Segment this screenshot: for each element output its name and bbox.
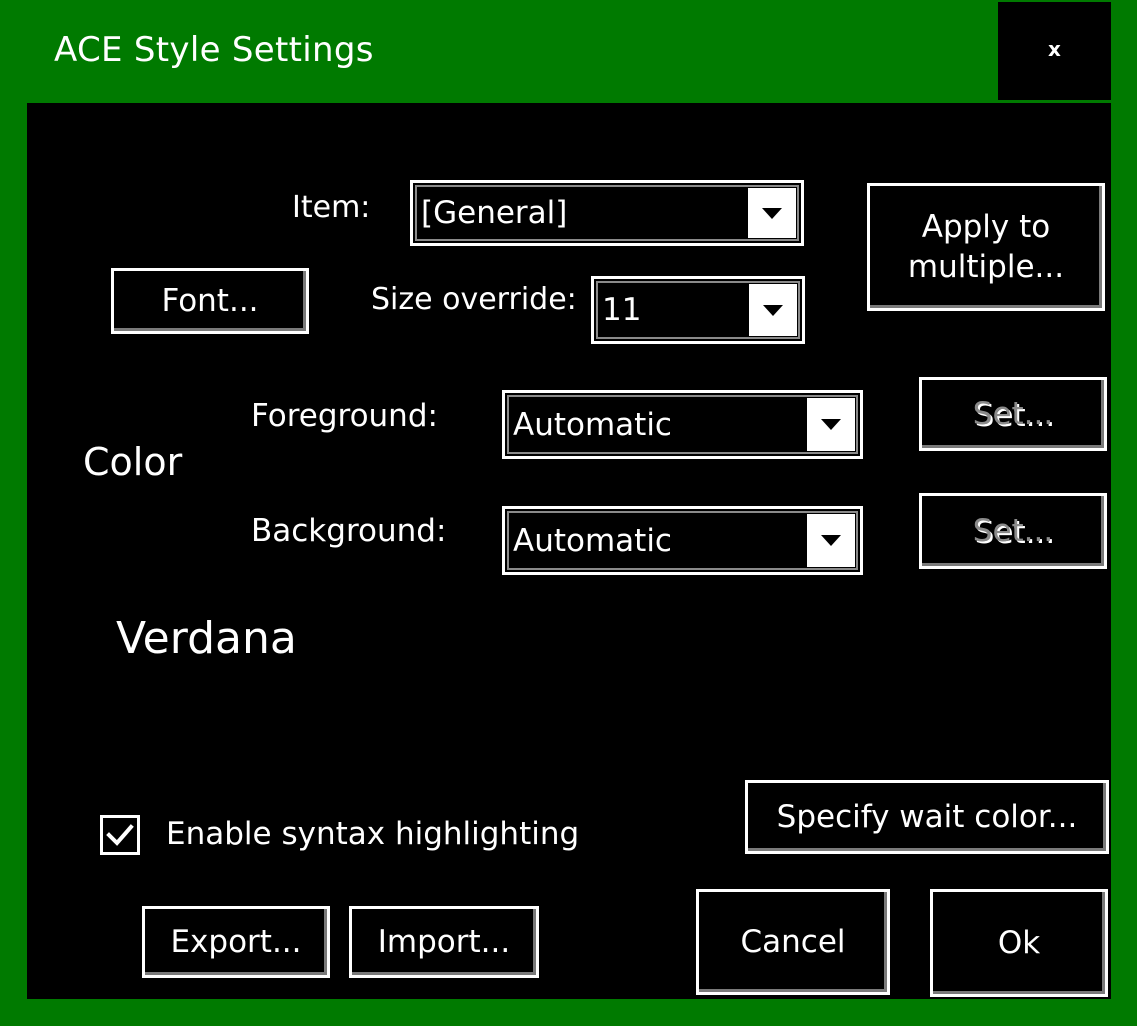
foreground-select[interactable]: Automatic <box>502 390 863 459</box>
background-select[interactable]: Automatic <box>502 506 863 575</box>
dialog-client-area: Item: [General] Apply to multiple... Fon… <box>27 103 1111 999</box>
size-override-select[interactable]: 11 <box>591 276 805 344</box>
font-button[interactable]: Font... <box>111 268 309 334</box>
cancel-button-label: Cancel <box>740 923 846 960</box>
specify-wait-color-label: Specify wait color... <box>776 798 1078 835</box>
chevron-down-icon[interactable] <box>748 188 796 238</box>
apply-to-multiple-label: Apply to multiple... <box>907 208 1065 285</box>
item-label: Item: <box>292 190 371 225</box>
chevron-down-icon[interactable] <box>807 398 855 451</box>
specify-wait-color-button[interactable]: Specify wait color... <box>745 780 1109 854</box>
syntax-highlighting-checkbox[interactable] <box>100 815 140 855</box>
foreground-select-value: Automatic <box>513 406 672 443</box>
ok-button-label: Ok <box>997 924 1041 961</box>
foreground-label: Foreground: <box>251 398 438 434</box>
background-set-label: Set... <box>972 512 1054 549</box>
chevron-down-icon[interactable] <box>807 514 855 567</box>
window-title: ACE Style Settings <box>54 30 374 70</box>
export-button[interactable]: Export... <box>142 906 330 978</box>
syntax-highlighting-label[interactable]: Enable syntax highlighting <box>166 819 579 850</box>
item-select[interactable]: [General] <box>410 180 804 246</box>
color-group-label: Color <box>83 440 183 484</box>
chevron-down-icon[interactable] <box>749 284 797 336</box>
export-button-label: Export... <box>170 923 302 960</box>
import-button-label: Import... <box>377 923 511 960</box>
close-button[interactable]: x <box>998 2 1111 100</box>
background-label: Background: <box>251 513 447 549</box>
dialog-window: ACE Style Settings x Item: [General] App… <box>0 0 1137 1026</box>
background-select-value: Automatic <box>513 522 672 559</box>
item-select-value: [General] <box>421 195 568 231</box>
close-icon: x <box>1048 37 1061 61</box>
foreground-set-label: Set... <box>972 395 1054 432</box>
size-override-value: 11 <box>602 292 642 328</box>
cancel-button[interactable]: Cancel <box>696 889 890 995</box>
foreground-set-button[interactable]: Set... <box>919 377 1107 451</box>
background-set-button[interactable]: Set... <box>919 493 1107 569</box>
check-icon <box>106 824 134 846</box>
font-button-label: Font... <box>161 282 259 319</box>
apply-to-multiple-button[interactable]: Apply to multiple... <box>867 183 1105 311</box>
import-button[interactable]: Import... <box>349 906 539 978</box>
size-override-label: Size override: <box>371 282 577 317</box>
font-preview-text: Verdana <box>116 613 297 664</box>
ok-button[interactable]: Ok <box>930 889 1108 997</box>
